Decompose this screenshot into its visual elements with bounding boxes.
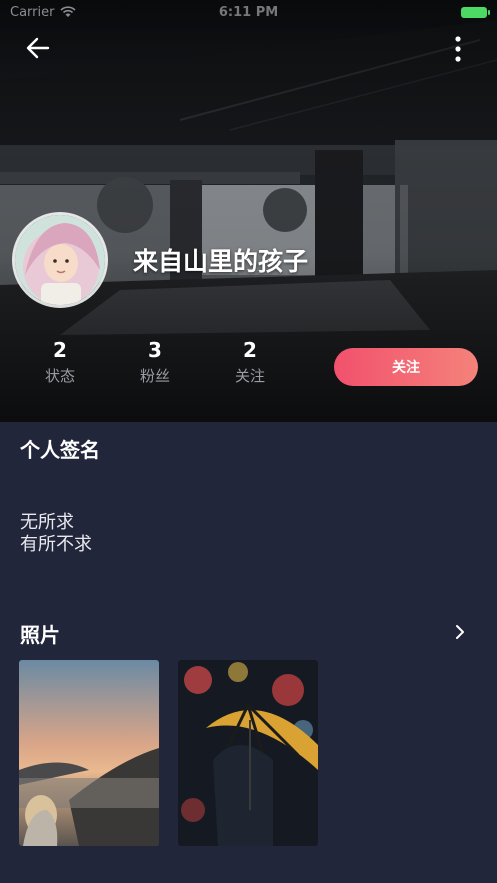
status-bar: Carrier 6:11 PM [0,0,497,24]
signature-line: 无所求 [20,512,74,533]
stat-following-label: 关注 [234,367,265,385]
stat-posts-label: 状态 [44,367,75,385]
battery-icon [461,6,490,18]
stat-following-count: 2 [243,338,257,362]
back-button[interactable] [22,34,54,62]
follow-button[interactable]: 关注 [334,348,478,386]
stat-followers-count: 3 [148,338,162,362]
clock: 6:11 PM [218,5,279,20]
photo-thumbnail[interactable] [19,660,159,846]
avatar[interactable] [12,212,108,308]
more-options-button[interactable] [446,34,470,64]
stat-posts-count: 2 [53,338,67,362]
stat-followers-label: 粉丝 [139,367,170,385]
chevron-right-icon [456,625,464,639]
arrow-left-icon [26,37,50,59]
avatar-image [15,215,105,305]
photo-image [19,660,159,846]
photos-more-button[interactable] [450,620,470,644]
username: 来自山里的孩子 [133,247,309,276]
signature-title: 个人签名 [20,438,100,462]
photo-image [178,660,318,846]
signature-text: 无所求 有所不求 [20,512,92,556]
photo-thumbnail[interactable] [178,660,318,846]
stat-following[interactable]: 2 关注 [220,338,280,386]
more-vertical-icon [455,36,461,62]
profile-cover: Carrier 6:11 PM 来自山里的孩子 2 状态 3 粉丝 2 关注 关… [0,0,497,422]
stat-posts[interactable]: 2 状态 [30,338,90,386]
photos-title: 照片 [20,623,60,647]
stat-followers[interactable]: 3 粉丝 [125,338,185,386]
signature-line: 有所不求 [20,534,92,555]
